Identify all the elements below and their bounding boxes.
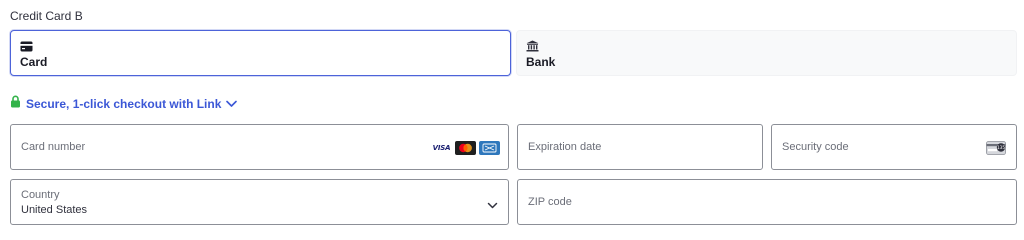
section-title: Credit Card B xyxy=(10,9,83,23)
cvc-icon-text: 135 xyxy=(997,145,1005,150)
country-value: United States xyxy=(21,204,88,216)
zip-code-placeholder: ZIP code xyxy=(528,196,572,208)
mastercard-icon xyxy=(455,141,476,155)
chevron-down-icon xyxy=(226,95,238,113)
cvc-card-icon: 135 xyxy=(986,141,1006,160)
link-checkout-text: Secure, 1-click checkout with Link xyxy=(26,97,222,111)
lock-icon xyxy=(10,95,21,113)
security-code-field[interactable]: Security code 135 xyxy=(771,124,1017,170)
card-number-placeholder: Card number xyxy=(21,141,86,153)
tab-bank[interactable]: Bank xyxy=(516,30,1017,76)
tab-card-label: Card xyxy=(20,55,48,69)
link-checkout-toggle[interactable]: Secure, 1-click checkout with Link xyxy=(10,95,238,113)
tab-card[interactable]: Card xyxy=(10,30,511,76)
card-brands: VISA xyxy=(431,141,500,155)
zip-code-field[interactable]: ZIP code xyxy=(517,179,1017,225)
country-label: Country xyxy=(21,189,60,201)
card-icon xyxy=(20,39,501,53)
card-number-field[interactable]: Card number VISA xyxy=(10,124,509,170)
tab-bank-label: Bank xyxy=(526,55,556,69)
visa-icon: VISA xyxy=(431,141,452,155)
bank-icon xyxy=(526,39,1007,53)
chevron-down-icon xyxy=(487,197,498,215)
amex-icon xyxy=(479,141,500,155)
security-code-placeholder: Security code xyxy=(782,141,849,153)
country-select[interactable]: Country United States xyxy=(10,179,509,225)
expiration-date-field[interactable]: Expiration date xyxy=(517,124,763,170)
expiration-date-placeholder: Expiration date xyxy=(528,141,602,153)
